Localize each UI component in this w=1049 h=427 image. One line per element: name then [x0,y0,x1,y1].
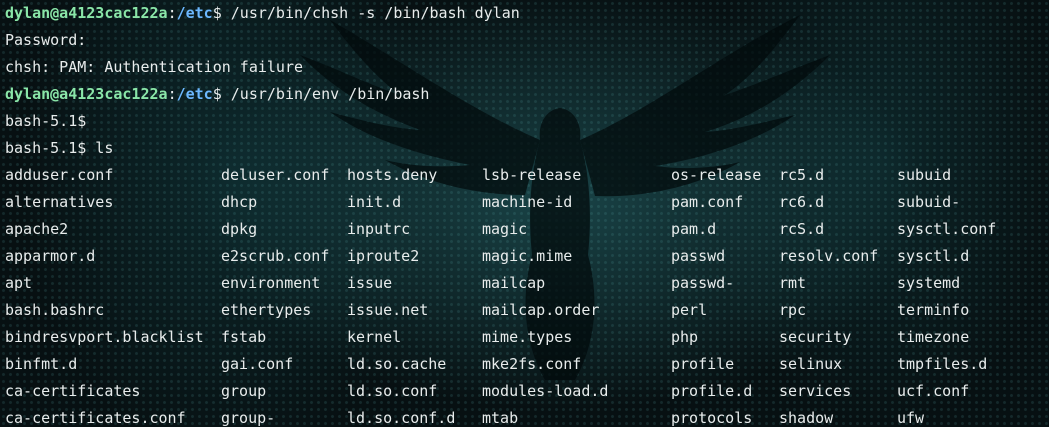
ls-row: adduser.conf deluser.conf hosts.deny lsb-re… [5,162,951,189]
bash-prompt-line: bash-5.1$ ls [5,139,114,157]
file-entry: deluser.conf [221,166,330,184]
file-entry: bash.bashrc [5,301,105,319]
command-line: dylan@a4123cac122a:/etc$ /usr/bin/chsh -… [5,0,520,27]
file-entry: apache2 [5,220,69,238]
file-entry: subuid- [897,193,961,211]
file-entry: ca-certificates [5,382,141,400]
prompt-separator: : [167,4,177,22]
prompt-cwd: /etc [176,4,213,22]
file-entry: ca-certificates.conf [5,409,186,427]
file-entry: modules-load.d [482,382,609,400]
file-entry: fstab [221,328,267,346]
prompt-user-host: dylan@a4123cac122a [5,4,168,22]
file-entry: sysctl.conf [897,220,997,238]
file-entry: os-release [671,166,762,184]
file-entry: hosts.deny [347,166,438,184]
ls-row: bindresvport.blacklist fstab kernel mime.ty… [5,324,969,351]
file-entry: passwd [671,247,726,265]
file-entry: resolv.conf [779,247,879,265]
file-entry: pam.d [671,220,717,238]
file-entry: apparmor.d [5,247,96,265]
file-entry: binfmt.d [5,355,78,373]
file-entry: alternatives [5,193,114,211]
output-line: chsh: PAM: Authentication failure [5,58,304,76]
file-entry: pam.conf [671,193,744,211]
file-entry: lsb-release [482,166,582,184]
file-entry: mtab [482,409,519,427]
ls-listing: adduser.conf deluser.conf hosts.deny lsb-re… [5,162,996,427]
file-entry: mime.types [482,328,573,346]
command-text: /usr/bin/env /bin/bash [221,85,430,103]
command-line: dylan@a4123cac122a:/etc$ /usr/bin/env /b… [5,81,520,108]
bash-prompt-line: bash-5.1$ [5,112,87,130]
file-entry: selinux [779,355,843,373]
ls-row: alternatives dhcp init.d machine-id pam.conf… [5,189,960,216]
ls-row: bash.bashrc ethertypes issue.net mailcap.or… [5,297,969,324]
file-entry: ethertypes [221,301,312,319]
file-entry: terminfo [897,301,970,319]
file-entry: inputrc [347,220,411,238]
file-entry: profile.d [671,382,753,400]
file-entry: mailcap [482,274,546,292]
file-entry: machine-id [482,193,573,211]
file-entry: protocols [671,409,753,427]
file-entry: rpc [779,301,807,319]
file-entry: security [779,328,852,346]
prompt-symbol: $ [212,4,222,22]
file-entry: subuid [897,166,952,184]
file-entry: timezone [897,328,970,346]
file-entry: ufw [897,409,925,427]
file-entry: dpkg [221,220,258,238]
file-entry: rc5.d [779,166,825,184]
terminal-output: dylan@a4123cac122a:/etc$ /usr/bin/chsh -… [5,0,996,427]
file-entry: init.d [347,193,402,211]
file-entry: ucf.conf [897,382,970,400]
file-entry: perl [671,301,708,319]
terminal-window[interactable]: dylan@a4123cac122a:/etc$ /usr/bin/chsh -… [0,0,1049,427]
file-entry: ld.so.conf.d [347,409,456,427]
prompt-symbol: $ [212,85,222,103]
prompt-user-host: dylan@a4123cac122a [5,85,168,103]
file-entry: gai.conf [221,355,294,373]
output-line: Password: [5,31,87,49]
ls-row: apparmor.d e2scrub.conf iproute2 magic.mime… [5,243,969,270]
file-entry: tmpfiles.d [897,355,988,373]
file-entry: rcS.d [779,220,825,238]
file-entry: apt [5,274,33,292]
file-entry: profile [671,355,735,373]
ls-row: ca-certificates.conf group-ld.so.conf.d mt… [5,405,924,427]
file-entry: rmt [779,274,807,292]
file-entry: magic.mime [482,247,573,265]
file-entry: shadow [779,409,834,427]
file-entry: services [779,382,852,400]
file-entry: mke2fs.conf [482,355,582,373]
file-entry: rc6.d [779,193,825,211]
ls-row: apache2 dpkg inputrc magic pam.d rcS.d sysctl.… [5,216,996,243]
command-text: /usr/bin/chsh -s /bin/bash dylan [221,4,520,22]
prompt-cwd: /etc [176,85,213,103]
file-entry: issue [347,274,393,292]
file-entry: ld.so.conf [347,382,438,400]
file-entry: sysctl.d [897,247,970,265]
prompt-separator: : [167,85,177,103]
file-entry: iproute2 [347,247,420,265]
file-entry: magic [482,220,528,238]
file-entry: e2scrub.conf [221,247,330,265]
file-entry: environment [221,274,321,292]
ls-row: apt environment issue mailcap passwd-rmt syst… [5,270,960,297]
file-entry: passwd- [671,274,735,292]
file-entry: adduser.conf [5,166,114,184]
file-entry: bindresvport.blacklist [5,328,204,346]
ls-row: binfmt.d gai.conf ld.so.cache mke2fs.conf pr… [5,351,987,378]
ls-row: ca-certificates group ld.so.conf modules-lo… [5,378,969,405]
file-entry: systemd [897,274,961,292]
file-entry: group- [221,409,276,427]
file-entry: ld.so.cache [347,355,447,373]
file-entry: issue.net [347,301,429,319]
file-entry: group [221,382,267,400]
file-entry: mailcap.order [482,301,600,319]
file-entry: php [671,328,699,346]
file-entry: kernel [347,328,402,346]
file-entry: dhcp [221,193,258,211]
